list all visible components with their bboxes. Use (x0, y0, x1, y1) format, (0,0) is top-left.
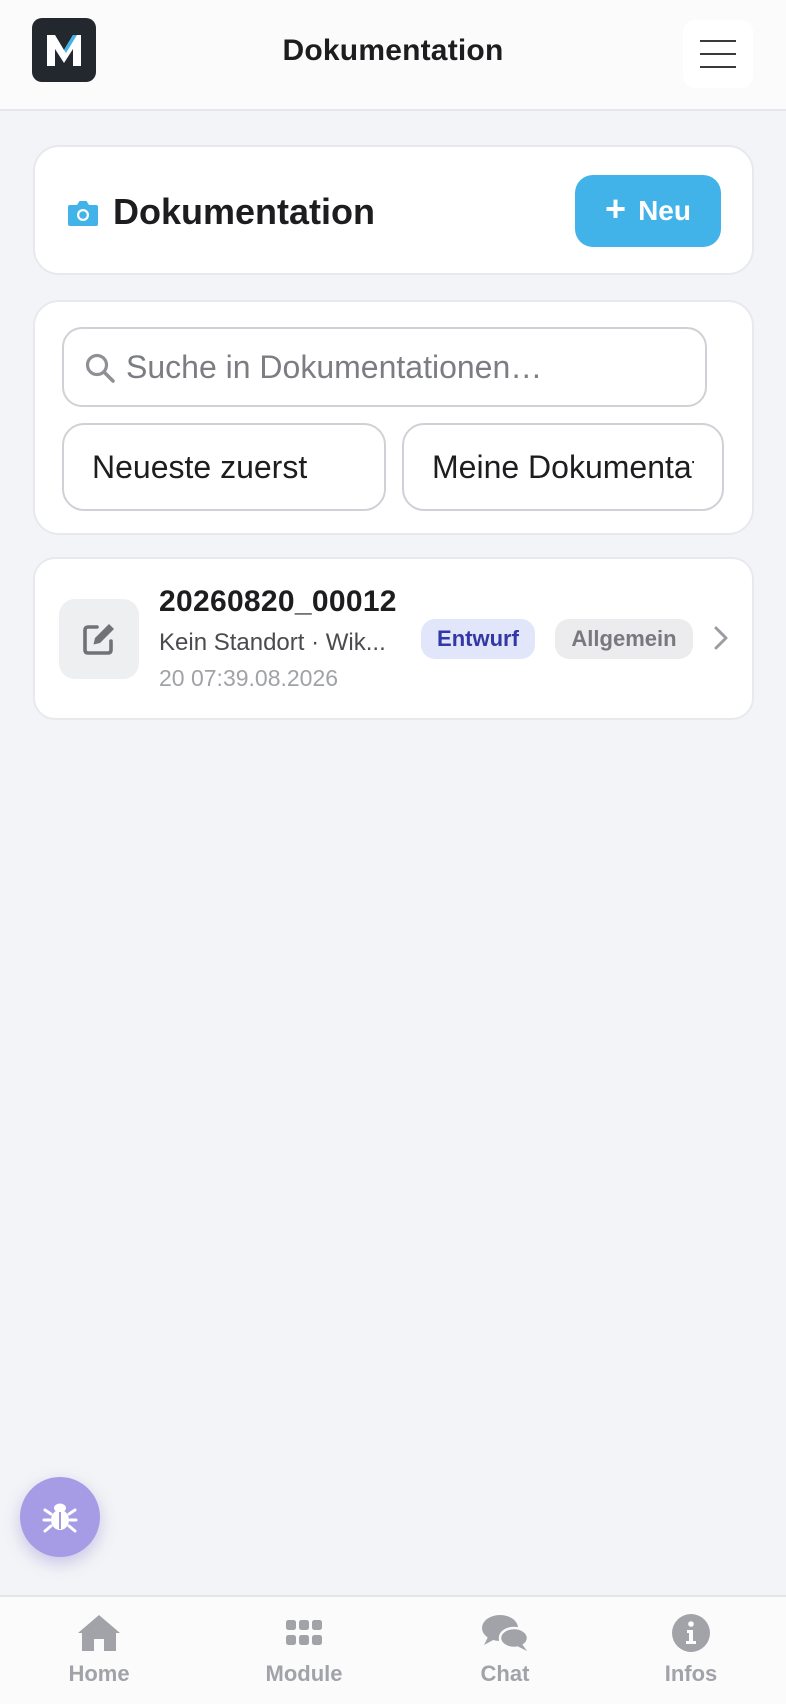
hamburger-menu-icon[interactable] (683, 20, 753, 88)
page-title: Dokumentation (282, 34, 504, 67)
bug-report-button[interactable] (20, 1477, 100, 1557)
new-button-label: Neu (638, 195, 691, 226)
search-box[interactable] (62, 327, 707, 407)
search-input[interactable] (126, 341, 696, 393)
nav-label-infos: Infos (664, 1661, 718, 1686)
chat-icon (482, 1615, 530, 1651)
edit-icon (59, 599, 139, 679)
page: Dokumentation Dokumentation + Neu Neuest… (0, 0, 786, 1704)
filter-card: Neueste zuerst Meine Dokumentationen (33, 300, 754, 535)
status-badge: Entwurf (421, 619, 535, 659)
category-badge: Allgemein (555, 619, 693, 659)
nav-item-home[interactable]: Home (34, 1611, 164, 1697)
search-icon (85, 353, 115, 383)
nav-item-module[interactable]: Module (239, 1611, 369, 1697)
document-title: 20260820_00012 (159, 585, 397, 618)
nav-label-home: Home (68, 1661, 130, 1686)
document-date: 20 07:39.08.2026 (159, 665, 339, 691)
new-documentation-button[interactable]: + Neu (575, 175, 721, 247)
nav-label-chat: Chat (480, 1661, 530, 1686)
nav-item-infos[interactable]: Infos (626, 1611, 756, 1697)
bug-icon (42, 1503, 78, 1533)
camera-icon (68, 201, 98, 226)
grid-icon (286, 1620, 322, 1645)
home-icon (78, 1615, 120, 1651)
section-title: Dokumentation (113, 191, 376, 232)
list-item[interactable]: 20260820_00012 Kein Standort · Wik... 20… (33, 557, 754, 720)
header-card: Dokumentation + Neu (33, 145, 754, 275)
bottom-nav: Home Module Chat Infos (0, 1595, 786, 1704)
top-bar: Dokumentation (0, 0, 786, 111)
scope-select-value: Meine Dokumentationen (432, 448, 694, 485)
sort-select-value: Neueste zuerst (92, 448, 308, 485)
nav-item-chat[interactable]: Chat (440, 1611, 570, 1697)
scope-select[interactable]: Meine Dokumentationen (402, 423, 724, 511)
plus-icon: + (605, 188, 627, 229)
document-subtitle: Kein Standort · Wik... (159, 629, 386, 656)
chevron-right-icon (714, 626, 728, 650)
nav-label-module: Module (265, 1661, 343, 1686)
info-icon (672, 1614, 710, 1652)
sort-select[interactable]: Neueste zuerst (62, 423, 386, 511)
